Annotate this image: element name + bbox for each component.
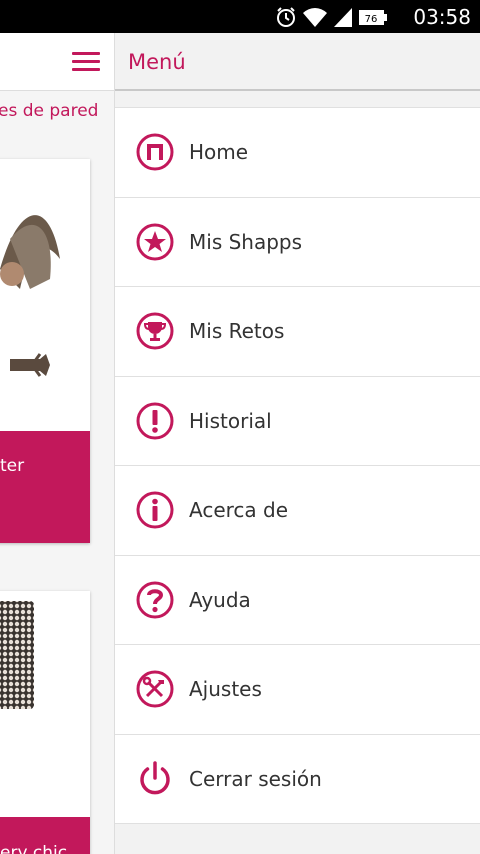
menu-item-historial[interactable]: Historial [115, 376, 480, 466]
exclamation-icon [136, 402, 174, 440]
menu-item-label: Ajustes [189, 677, 262, 702]
background-header [0, 33, 114, 91]
hamburger-line [72, 52, 100, 55]
menu-list: Home Mis Shapps Mis Retos Historial Acer… [115, 107, 480, 824]
trophy-icon [136, 312, 174, 350]
question-icon [136, 581, 174, 619]
status-time: 03:58 [413, 5, 471, 29]
hamburger-line [72, 68, 100, 71]
battery-icon: 76 [359, 10, 387, 25]
product-card[interactable]: ter [0, 159, 90, 543]
menu-item-ajustes[interactable]: Ajustes [115, 645, 480, 735]
signal-icon [334, 8, 352, 27]
menu-item-label: Ayuda [189, 587, 251, 612]
menu-item-label: Mis Shapps [189, 229, 303, 254]
menu-item-home[interactable]: Home [115, 108, 480, 198]
tools-icon [136, 670, 174, 708]
product-card-label: ery chic [0, 817, 90, 854]
navigation-drawer: Menú Home Mis Shapps Mis Retos Historial… [114, 33, 480, 854]
power-icon [140, 761, 170, 795]
menu-item-label: Historial [189, 408, 272, 433]
menu-item-mis-shapps[interactable]: Mis Shapps [115, 197, 480, 287]
status-icons: 76 [275, 5, 388, 29]
product-card[interactable]: ery chic [0, 591, 90, 854]
svg-text:76: 76 [365, 14, 378, 25]
background-page: es de pared ter ery chic [0, 33, 114, 854]
info-icon [136, 491, 174, 529]
hamburger-line [72, 60, 100, 63]
menu-item-label: Acerca de [189, 498, 289, 523]
drawer-title: Menú [128, 50, 186, 74]
wifi-icon [303, 8, 327, 27]
menu-item-mis-retos[interactable]: Mis Retos [115, 287, 480, 377]
hamburger-menu-button[interactable] [72, 52, 100, 72]
menu-item-label: Mis Retos [189, 319, 285, 344]
product-image-vase [0, 591, 90, 817]
product-image-rooster [0, 159, 90, 431]
menu-item-acerca-de[interactable]: Acerca de [115, 466, 480, 556]
menu-item-label: Home [189, 140, 249, 165]
alarm-icon [277, 7, 295, 27]
menu-item-label: Cerrar sesión [189, 766, 322, 791]
category-title: es de pared [0, 101, 99, 121]
product-card-label: ter [0, 431, 90, 543]
menu-item-cerrar-sesion[interactable]: Cerrar sesión [115, 734, 480, 824]
menu-item-ayuda[interactable]: Ayuda [115, 555, 480, 645]
star-icon [136, 223, 174, 261]
status-bar: 76 03:58 [0, 0, 480, 33]
drawer-header: Menú [115, 33, 480, 91]
home-icon [136, 133, 174, 171]
